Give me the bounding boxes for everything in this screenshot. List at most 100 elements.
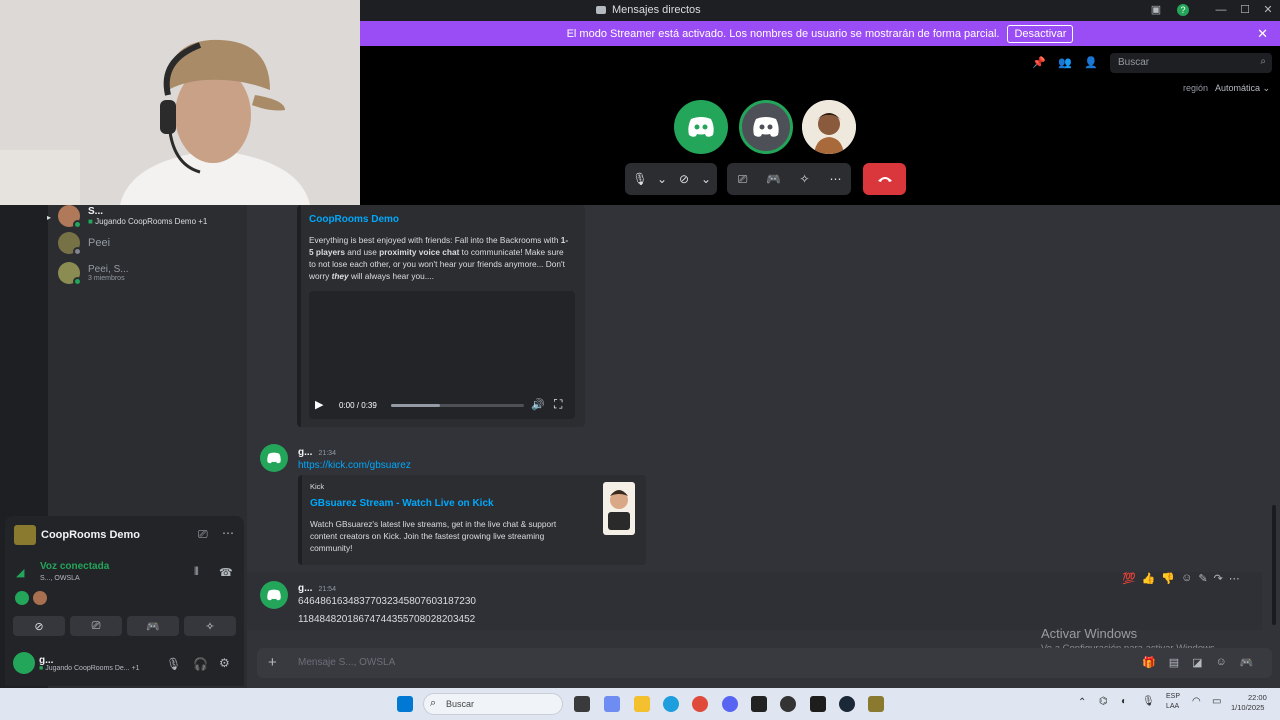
embed-title[interactable]: CoopRooms Demo (309, 214, 399, 225)
gift-icon[interactable]: 🎁 (1142, 656, 1156, 669)
avatar[interactable] (260, 581, 288, 609)
message-author[interactable]: g... 21:34 (298, 447, 336, 458)
microphone-icon[interactable]: 🎙 (1142, 696, 1155, 707)
close-window-button[interactable]: ✕ (1256, 2, 1280, 18)
copilot-icon[interactable] (604, 696, 620, 712)
edge-icon[interactable] (663, 696, 679, 712)
apps-icon[interactable]: 🎮 (1240, 656, 1254, 669)
participant-avatar-3[interactable] (802, 100, 856, 154)
soundboard-button[interactable]: ✧ (184, 616, 236, 636)
screen-share-icon[interactable]: ⎚ (198, 527, 208, 542)
video-progress-bar[interactable] (391, 404, 524, 407)
emoji-icon[interactable]: ☺ (1216, 656, 1227, 669)
maximize-button[interactable]: ☐ (1233, 2, 1257, 18)
pin-icon[interactable]: 📌 (1032, 56, 1046, 69)
noise-suppression-icon[interactable]: ⦀ (194, 566, 199, 579)
microphone-icon[interactable]: 🎙 (625, 163, 655, 195)
inbox-icon (596, 6, 606, 14)
play-icon[interactable]: ▶ (315, 398, 323, 411)
soundboard-icon[interactable]: ✧ (789, 163, 820, 195)
network-icon[interactable]: ⌬ (1099, 696, 1108, 707)
more-options-icon[interactable]: ⋯ (1229, 572, 1240, 586)
dm-item-3[interactable]: Peei, S... 3 miembros (58, 262, 129, 286)
message-link[interactable]: https://kick.com/gbsuarez (298, 460, 411, 471)
video-player[interactable]: ▶ 0:00 / 0:39 🔊 ⛶ (309, 291, 575, 419)
headphones-icon[interactable]: 🎧 (193, 657, 208, 671)
chevron-up-icon[interactable]: ⌃ (1078, 697, 1086, 708)
participant-avatar-1[interactable] (674, 100, 728, 154)
coop-rooms-icon[interactable] (868, 696, 884, 712)
add-reaction-icon[interactable]: ☺ (1181, 572, 1192, 586)
discord-icon[interactable] (722, 696, 738, 712)
windows-start-icon[interactable] (397, 696, 413, 712)
camera-off-button[interactable]: ⊘ (13, 616, 65, 636)
activities-icon[interactable]: 🎮 (758, 163, 789, 195)
epic-games-icon[interactable] (751, 696, 767, 712)
message-author[interactable]: g... 21:54 (298, 583, 336, 594)
message-composer[interactable]: + Mensaje S..., OWSLA 🎁 ▤ ◪ ☺ 🎮 (257, 648, 1272, 678)
thumbs-down-icon[interactable]: 👎 (1161, 572, 1175, 586)
participant-avatar-2[interactable] (739, 100, 793, 154)
dm-item-1[interactable]: S... ■ Jugando CoopRooms Demo +1 (58, 205, 207, 229)
battery-icon[interactable]: ▭ (1212, 696, 1221, 707)
file-explorer-icon[interactable] (634, 696, 650, 712)
edit-icon[interactable]: ✎ (1198, 572, 1207, 586)
minimize-button[interactable]: — (1209, 2, 1233, 18)
voice-channel-name[interactable]: S..., OWSLA (40, 575, 80, 582)
microphone-icon[interactable]: 🎙 (166, 657, 181, 671)
banner-text: El modo Streamer está activado. Los nomb… (566, 27, 1000, 40)
avatar[interactable] (260, 444, 288, 472)
message-timestamp: 21:34 (318, 450, 336, 457)
close-icon[interactable]: ✕ (1257, 26, 1268, 42)
more-options-icon[interactable]: ⋯ (820, 163, 851, 195)
wifi-icon[interactable]: ◠ (1192, 696, 1201, 707)
chevron-down-icon[interactable]: ⌄ (655, 163, 669, 195)
avatar[interactable] (13, 652, 35, 674)
camera-off-icon[interactable]: ⊘ (669, 163, 699, 195)
embed-thumbnail[interactable] (603, 482, 635, 535)
user-profile-icon[interactable]: 👤 (1084, 56, 1098, 69)
deactivate-button[interactable]: Desactivar (1007, 24, 1074, 43)
dm-name: Peei (88, 237, 111, 249)
obs-icon[interactable] (780, 696, 796, 712)
sticker-icon[interactable]: ◪ (1192, 656, 1202, 669)
screen-share-icon[interactable]: ⎚ (727, 163, 758, 195)
audio-video-controls: 🎙 ⌄ ⊘ ⌄ (625, 163, 717, 195)
scrollbar[interactable] (1272, 505, 1276, 625)
gear-icon[interactable]: ⚙ (219, 656, 230, 670)
chevron-down-icon[interactable]: ⌄ (699, 163, 713, 195)
clock-time[interactable]: 22:00 (1248, 693, 1267, 702)
add-friends-icon[interactable]: 👥 (1058, 56, 1072, 69)
dm-item-2[interactable]: Peei (58, 232, 111, 256)
help-icon[interactable]: ? (1171, 2, 1195, 18)
clock-date[interactable]: 1/10/2025 (1231, 703, 1264, 712)
region-select[interactable]: Automática ⌄ (1215, 83, 1270, 94)
thumbnail-image (608, 490, 630, 530)
taskbar-search[interactable]: ⌕ Buscar (423, 693, 563, 715)
reaction-100-icon[interactable]: 💯 (1122, 572, 1136, 586)
video-progress-fill (391, 404, 441, 407)
disconnect-button[interactable] (863, 163, 906, 195)
activities-button[interactable]: 🎮 (127, 616, 179, 636)
disconnect-icon[interactable]: ☎ (219, 566, 233, 579)
search-input[interactable]: Buscar ⌕ (1110, 53, 1272, 73)
language-code[interactable]: ESP (1166, 693, 1180, 700)
gif-icon[interactable]: ▤ (1169, 656, 1179, 669)
speaker-icon[interactable]: ◐ (1121, 696, 1127, 707)
author-name: g... (298, 583, 313, 594)
inbox-button[interactable]: ▣ (1144, 2, 1168, 18)
chrome-icon[interactable] (692, 696, 708, 712)
more-options-icon[interactable]: ⋯ (222, 526, 234, 540)
voice-connected-label[interactable]: Voz conectada (40, 561, 109, 572)
fullscreen-icon[interactable]: ⛶ (554, 397, 562, 412)
screen-share-button[interactable]: ⎚ (70, 616, 122, 636)
steam-icon[interactable] (839, 696, 855, 712)
add-attachment-icon[interactable]: + (268, 654, 277, 671)
keyboard-layout[interactable]: LAA (1166, 703, 1179, 710)
task-view-icon[interactable] (574, 696, 590, 712)
volume-icon[interactable]: 🔊 (531, 398, 545, 411)
game-app-icon[interactable] (810, 696, 826, 712)
thumbs-up-icon[interactable]: 👍 (1142, 572, 1156, 586)
reply-icon[interactable]: ↷ (1214, 572, 1223, 586)
embed-title[interactable]: GBsuarez Stream - Watch Live on Kick (310, 498, 494, 509)
